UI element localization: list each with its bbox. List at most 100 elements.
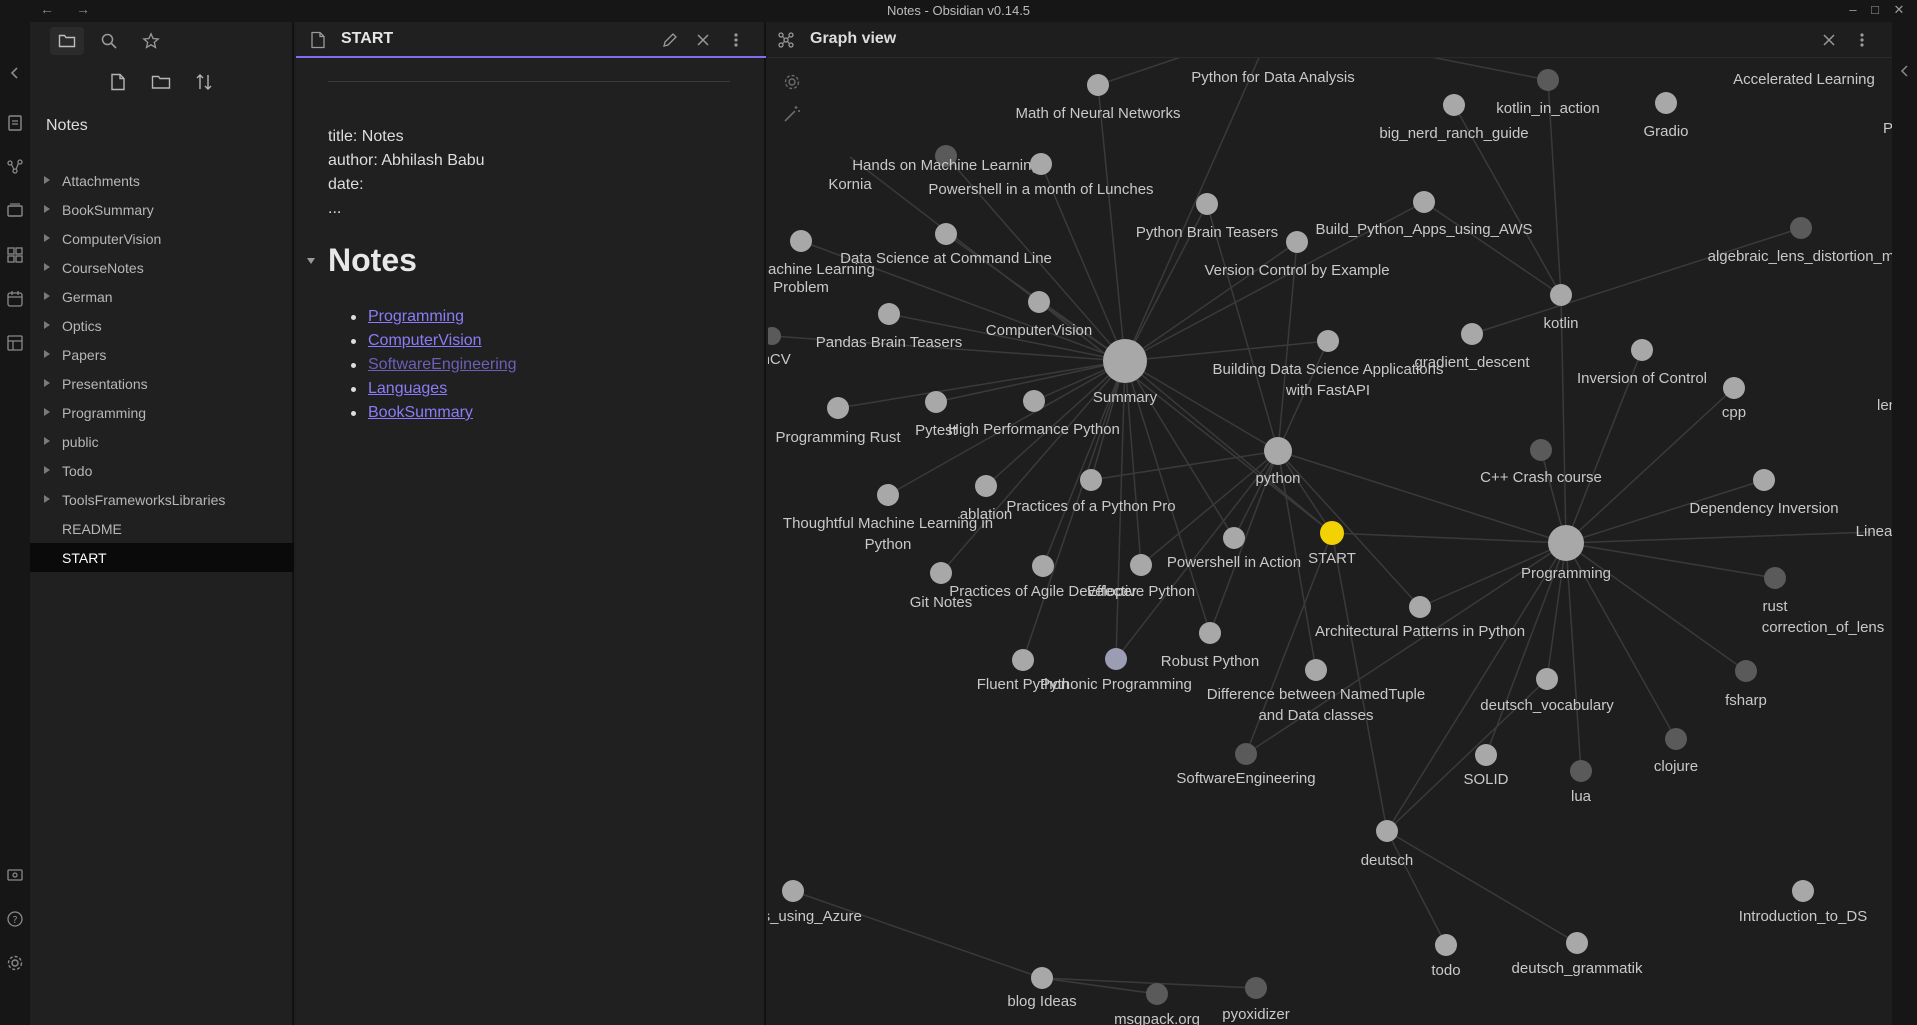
internal-link[interactable]: BookSummary bbox=[368, 404, 473, 421]
tab-starred[interactable] bbox=[134, 27, 168, 55]
help-icon[interactable]: ? bbox=[4, 908, 26, 930]
graph-node-effective[interactable] bbox=[1130, 554, 1152, 576]
chevron-right-icon[interactable] bbox=[44, 321, 50, 329]
internal-link[interactable]: Programming bbox=[368, 308, 464, 325]
calendar-icon[interactable] bbox=[4, 288, 26, 310]
chevron-right-icon[interactable] bbox=[44, 263, 50, 271]
graph-node-todo[interactable] bbox=[1435, 934, 1457, 956]
internal-link[interactable]: SoftwareEngineering bbox=[368, 356, 517, 373]
chevron-right-icon[interactable] bbox=[44, 292, 50, 300]
graph-node-kotlin[interactable] bbox=[1550, 284, 1572, 306]
graph-node-powershell_action[interactable] bbox=[1223, 527, 1245, 549]
chevron-right-icon[interactable] bbox=[44, 205, 50, 213]
frontmatter-author[interactable]: author: Abhilash Babu bbox=[328, 152, 485, 170]
graph-node-fluent[interactable] bbox=[1012, 649, 1034, 671]
tree-folder[interactable]: ToolsFrameworksLibraries bbox=[30, 485, 294, 514]
graph-node-clojure[interactable] bbox=[1665, 728, 1687, 750]
graph-node-fsharp[interactable] bbox=[1735, 660, 1757, 682]
graph-node-practices_pro[interactable] bbox=[1080, 469, 1102, 491]
graph-node-many_ml[interactable] bbox=[790, 230, 812, 252]
tab-search[interactable] bbox=[92, 27, 126, 55]
tree-folder[interactable]: Optics bbox=[30, 311, 294, 340]
graph-view-icon[interactable] bbox=[4, 156, 26, 178]
graph-node-pytest[interactable] bbox=[925, 391, 947, 413]
graph-node-ds_cmd[interactable] bbox=[935, 223, 957, 245]
graph-node-build_aws[interactable] bbox=[1413, 191, 1435, 213]
graph-node-pythonic[interactable] bbox=[1105, 648, 1127, 670]
tab-file-explorer[interactable] bbox=[50, 27, 84, 55]
close-editor-button[interactable] bbox=[693, 30, 713, 50]
graph-node-dep_inv[interactable] bbox=[1753, 469, 1775, 491]
close-window-icon[interactable]: ✕ bbox=[1888, 2, 1910, 18]
tree-folder[interactable]: public bbox=[30, 427, 294, 456]
tree-folder[interactable]: Todo bbox=[30, 456, 294, 485]
heading-collapse-icon[interactable] bbox=[307, 258, 315, 264]
tree-folder[interactable]: Programming bbox=[30, 398, 294, 427]
settings-gear-icon[interactable] bbox=[4, 952, 26, 974]
close-graph-button[interactable] bbox=[1819, 30, 1839, 50]
slides-icon[interactable] bbox=[4, 200, 26, 222]
graph-node-start[interactable] bbox=[1320, 521, 1344, 545]
command-palette-icon[interactable] bbox=[4, 244, 26, 266]
editor-more-button[interactable] bbox=[726, 30, 746, 50]
chevron-right-icon[interactable] bbox=[44, 176, 50, 184]
graph-node-ioc[interactable] bbox=[1631, 339, 1653, 361]
maximize-icon[interactable]: □ bbox=[1864, 2, 1886, 17]
graph-node-algebraic[interactable] bbox=[1790, 217, 1812, 239]
graph-node-kotlin_action[interactable] bbox=[1537, 69, 1559, 91]
graph-node-fastapi[interactable] bbox=[1317, 330, 1339, 352]
tree-file[interactable]: README bbox=[30, 514, 294, 543]
tree-folder[interactable]: BookSummary bbox=[30, 195, 294, 224]
graph-node-thoughtful[interactable] bbox=[877, 484, 899, 506]
chevron-right-icon[interactable] bbox=[44, 234, 50, 242]
internal-link[interactable]: Languages bbox=[368, 380, 447, 397]
graph-node-arch_patterns[interactable] bbox=[1409, 596, 1431, 618]
vault-icon[interactable] bbox=[4, 864, 26, 886]
graph-node-powershell_lunch[interactable] bbox=[1030, 153, 1052, 175]
chevron-right-icon[interactable] bbox=[44, 408, 50, 416]
graph-node-big_nerd[interactable] bbox=[1443, 94, 1465, 116]
graph-node-namedtuple[interactable] bbox=[1305, 659, 1327, 681]
quick-switcher-icon[interactable] bbox=[4, 112, 26, 134]
graph-node-gradio[interactable] bbox=[1655, 92, 1677, 114]
graph-node-computervision[interactable] bbox=[1028, 291, 1050, 313]
graph-node-cpp_crash[interactable] bbox=[1530, 439, 1552, 461]
sort-button[interactable] bbox=[191, 69, 217, 95]
minimize-icon[interactable]: – bbox=[1842, 2, 1864, 17]
graph-node-high_perf[interactable] bbox=[1023, 390, 1045, 412]
graph-node-deutsch[interactable] bbox=[1376, 820, 1398, 842]
tree-folder[interactable]: Presentations bbox=[30, 369, 294, 398]
chevron-right-icon[interactable] bbox=[44, 466, 50, 474]
graph-node-pyoxidizer[interactable] bbox=[1245, 977, 1267, 999]
new-note-button[interactable] bbox=[105, 69, 131, 95]
graph-node-rust[interactable] bbox=[1764, 567, 1786, 589]
graph-node-cpp[interactable] bbox=[1723, 377, 1745, 399]
edit-button[interactable] bbox=[660, 30, 680, 50]
graph-node-lua[interactable] bbox=[1570, 760, 1592, 782]
chevron-right-icon[interactable] bbox=[44, 437, 50, 445]
graph-node-gradient[interactable] bbox=[1461, 323, 1483, 345]
note-heading[interactable]: Notes bbox=[328, 242, 417, 279]
graph-node-msgpack[interactable] bbox=[1146, 983, 1168, 1005]
collapse-sidebar-icon[interactable] bbox=[4, 62, 26, 84]
tree-folder[interactable]: CourseNotes bbox=[30, 253, 294, 282]
animate-wand-icon[interactable] bbox=[782, 104, 802, 124]
tree-folder[interactable]: Papers bbox=[30, 340, 294, 369]
graph-node-git_notes[interactable] bbox=[930, 562, 952, 584]
templates-icon[interactable] bbox=[4, 332, 26, 354]
graph-settings-icon[interactable] bbox=[782, 72, 802, 92]
graph-more-button[interactable] bbox=[1852, 30, 1872, 50]
internal-link[interactable]: ComputerVision bbox=[368, 332, 482, 349]
graph-node-blog[interactable] bbox=[1031, 967, 1053, 989]
frontmatter-date[interactable]: date: bbox=[328, 176, 364, 194]
graph-node-programming[interactable] bbox=[1548, 525, 1584, 561]
graph-node-solid[interactable] bbox=[1475, 744, 1497, 766]
graph-node-python[interactable] bbox=[1264, 437, 1292, 465]
new-folder-button[interactable] bbox=[148, 69, 174, 95]
graph-node-deutsch_vocab[interactable] bbox=[1536, 668, 1558, 690]
graph-node-deutsch_gram[interactable] bbox=[1566, 932, 1588, 954]
graph-node-summary[interactable] bbox=[1103, 339, 1147, 383]
graph-node-vc_example[interactable] bbox=[1286, 231, 1308, 253]
graph-node-py_brain[interactable] bbox=[1196, 193, 1218, 215]
chevron-right-icon[interactable] bbox=[44, 379, 50, 387]
